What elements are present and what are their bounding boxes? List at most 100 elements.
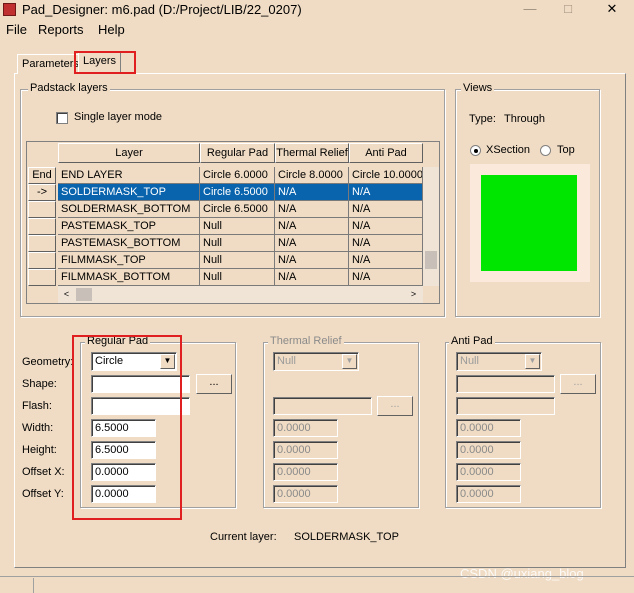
cell-thermal-relief[interactable]: N/A <box>275 235 349 252</box>
highlight-box-tab <box>74 51 136 74</box>
cell-thermal-relief[interactable]: N/A <box>275 201 349 218</box>
status-bar <box>0 576 634 593</box>
horizontal-scroll-thumb[interactable] <box>76 288 92 301</box>
thermal-geometry-select[interactable]: Null ▼ <box>273 352 359 371</box>
width-label: Width: <box>22 422 54 434</box>
thermal-width-field[interactable]: 0.0000 <box>273 419 338 437</box>
table-row[interactable]: FILMMASK_BOTTOM Null N/A N/A <box>58 269 423 286</box>
chevron-down-icon[interactable]: ▼ <box>525 354 540 369</box>
app-icon <box>3 3 16 16</box>
xsection-radio[interactable] <box>470 145 481 156</box>
anti-offset-x-field[interactable]: 0.0000 <box>456 463 521 481</box>
cell-anti-pad[interactable]: N/A <box>349 201 423 218</box>
anti-pad-label: Anti Pad <box>449 335 495 347</box>
col-header-thermal-relief[interactable]: Thermal Relief <box>275 143 349 163</box>
close-button[interactable]: ✕ <box>592 0 632 20</box>
anti-offset-y-field[interactable]: 0.0000 <box>456 485 521 503</box>
thermal-offset-x-field[interactable]: 0.0000 <box>273 463 338 481</box>
thermal-flash-browse-button[interactable]: ... <box>377 396 413 416</box>
table-row-selected[interactable]: SOLDERMASK_TOP Circle 6.5000 N/A N/A <box>58 184 423 201</box>
table-row[interactable]: PASTEMASK_TOP Null N/A N/A <box>58 218 423 235</box>
cell-layer[interactable]: PASTEMASK_TOP <box>58 218 200 235</box>
cell-regular-pad[interactable]: Null <box>200 252 275 269</box>
shape-label: Shape: <box>22 378 57 390</box>
table-row[interactable]: PASTEMASK_BOTTOM Null N/A N/A <box>58 235 423 252</box>
cell-regular-pad[interactable]: Null <box>200 235 275 252</box>
col-header-anti-pad[interactable]: Anti Pad <box>349 143 423 163</box>
row-header-current[interactable]: -> <box>28 184 56 201</box>
view-preview <box>470 164 590 282</box>
padstack-layers-label: Padstack layers <box>28 82 110 94</box>
table-row[interactable]: END LAYER Circle 6.0000 Circle 8.0000 Ci… <box>58 167 423 184</box>
col-header-regular-pad[interactable]: Regular Pad <box>200 143 275 163</box>
horizontal-scrollbar[interactable]: < > <box>58 286 423 303</box>
cell-regular-pad[interactable]: Null <box>200 218 275 235</box>
regular-shape-browse-button[interactable]: ... <box>196 374 232 394</box>
menu-file[interactable]: File <box>6 22 27 37</box>
minimize-button[interactable]: — <box>510 0 550 20</box>
cell-thermal-relief[interactable]: N/A <box>275 252 349 269</box>
cell-layer[interactable]: SOLDERMASK_TOP <box>58 184 200 201</box>
row-header[interactable] <box>28 201 56 218</box>
anti-geometry-value: Null <box>460 355 479 367</box>
thermal-height-field[interactable]: 0.0000 <box>273 441 338 459</box>
single-layer-mode-label: Single layer mode <box>74 111 163 123</box>
cell-layer[interactable]: FILMMASK_BOTTOM <box>58 269 200 286</box>
cell-thermal-relief[interactable]: Circle 8.0000 <box>275 167 349 184</box>
anti-height-field[interactable]: 0.0000 <box>456 441 521 459</box>
scroll-right-icon[interactable]: > <box>407 288 420 301</box>
cell-thermal-relief[interactable]: N/A <box>275 184 349 201</box>
height-label: Height: <box>22 444 57 456</box>
col-header-layer[interactable]: Layer <box>58 143 200 163</box>
menu-help[interactable]: Help <box>98 22 125 37</box>
menu-reports[interactable]: Reports <box>38 22 84 37</box>
thermal-flash-field[interactable] <box>273 397 372 415</box>
title-bar: Pad_Designer: m6.pad (D:/Project/LIB/22_… <box>0 0 634 20</box>
cell-anti-pad[interactable]: Circle 10.0000 <box>349 167 423 184</box>
top-radio[interactable] <box>540 145 551 156</box>
maximize-button[interactable]: □ <box>548 0 588 20</box>
views-label: Views <box>461 82 495 94</box>
table-row[interactable]: SOLDERMASK_BOTTOM Circle 6.5000 N/A N/A <box>58 201 423 218</box>
cell-anti-pad[interactable]: N/A <box>349 252 423 269</box>
anti-shape-browse-button[interactable]: ... <box>560 374 596 394</box>
top-label: Top <box>557 144 575 156</box>
cell-layer[interactable]: SOLDERMASK_BOTTOM <box>58 201 200 218</box>
pad-preview-shape <box>481 175 577 271</box>
thermal-geometry-value: Null <box>277 355 296 367</box>
chevron-down-icon[interactable]: ▼ <box>342 354 357 369</box>
offset-x-label: Offset X: <box>22 466 65 478</box>
row-header-end[interactable]: End <box>28 167 56 184</box>
cell-thermal-relief[interactable]: N/A <box>275 218 349 235</box>
view-type-value: Through <box>504 113 545 125</box>
anti-width-field[interactable]: 0.0000 <box>456 419 521 437</box>
current-layer-value: SOLDERMASK_TOP <box>294 531 399 543</box>
cell-regular-pad[interactable]: Circle 6.5000 <box>200 184 275 201</box>
row-header[interactable] <box>28 235 56 252</box>
cell-thermal-relief[interactable]: N/A <box>275 269 349 286</box>
table-row[interactable]: FILMMASK_TOP Null N/A N/A <box>58 252 423 269</box>
cell-anti-pad[interactable]: N/A <box>349 184 423 201</box>
current-layer-label: Current layer: <box>210 531 277 543</box>
cell-layer[interactable]: END LAYER <box>58 167 200 184</box>
cell-regular-pad[interactable]: Null <box>200 269 275 286</box>
vertical-scroll-thumb[interactable] <box>425 251 437 269</box>
thermal-offset-y-field[interactable]: 0.0000 <box>273 485 338 503</box>
anti-shape-field[interactable] <box>456 375 555 393</box>
anti-geometry-select[interactable]: Null ▼ <box>456 352 542 371</box>
anti-flash-field[interactable] <box>456 397 555 415</box>
cell-anti-pad[interactable]: N/A <box>349 235 423 252</box>
vertical-scrollbar[interactable] <box>423 167 439 286</box>
cell-anti-pad[interactable]: N/A <box>349 218 423 235</box>
cell-regular-pad[interactable]: Circle 6.5000 <box>200 201 275 218</box>
cell-layer[interactable]: FILMMASK_TOP <box>58 252 200 269</box>
menu-bar: File Reports Help <box>0 20 634 40</box>
cell-regular-pad[interactable]: Circle 6.0000 <box>200 167 275 184</box>
scroll-left-icon[interactable]: < <box>60 288 73 301</box>
single-layer-mode-checkbox[interactable] <box>56 112 68 124</box>
row-header[interactable] <box>28 218 56 235</box>
row-header[interactable] <box>28 252 56 269</box>
cell-anti-pad[interactable]: N/A <box>349 269 423 286</box>
row-header[interactable] <box>28 269 56 286</box>
cell-layer[interactable]: PASTEMASK_BOTTOM <box>58 235 200 252</box>
